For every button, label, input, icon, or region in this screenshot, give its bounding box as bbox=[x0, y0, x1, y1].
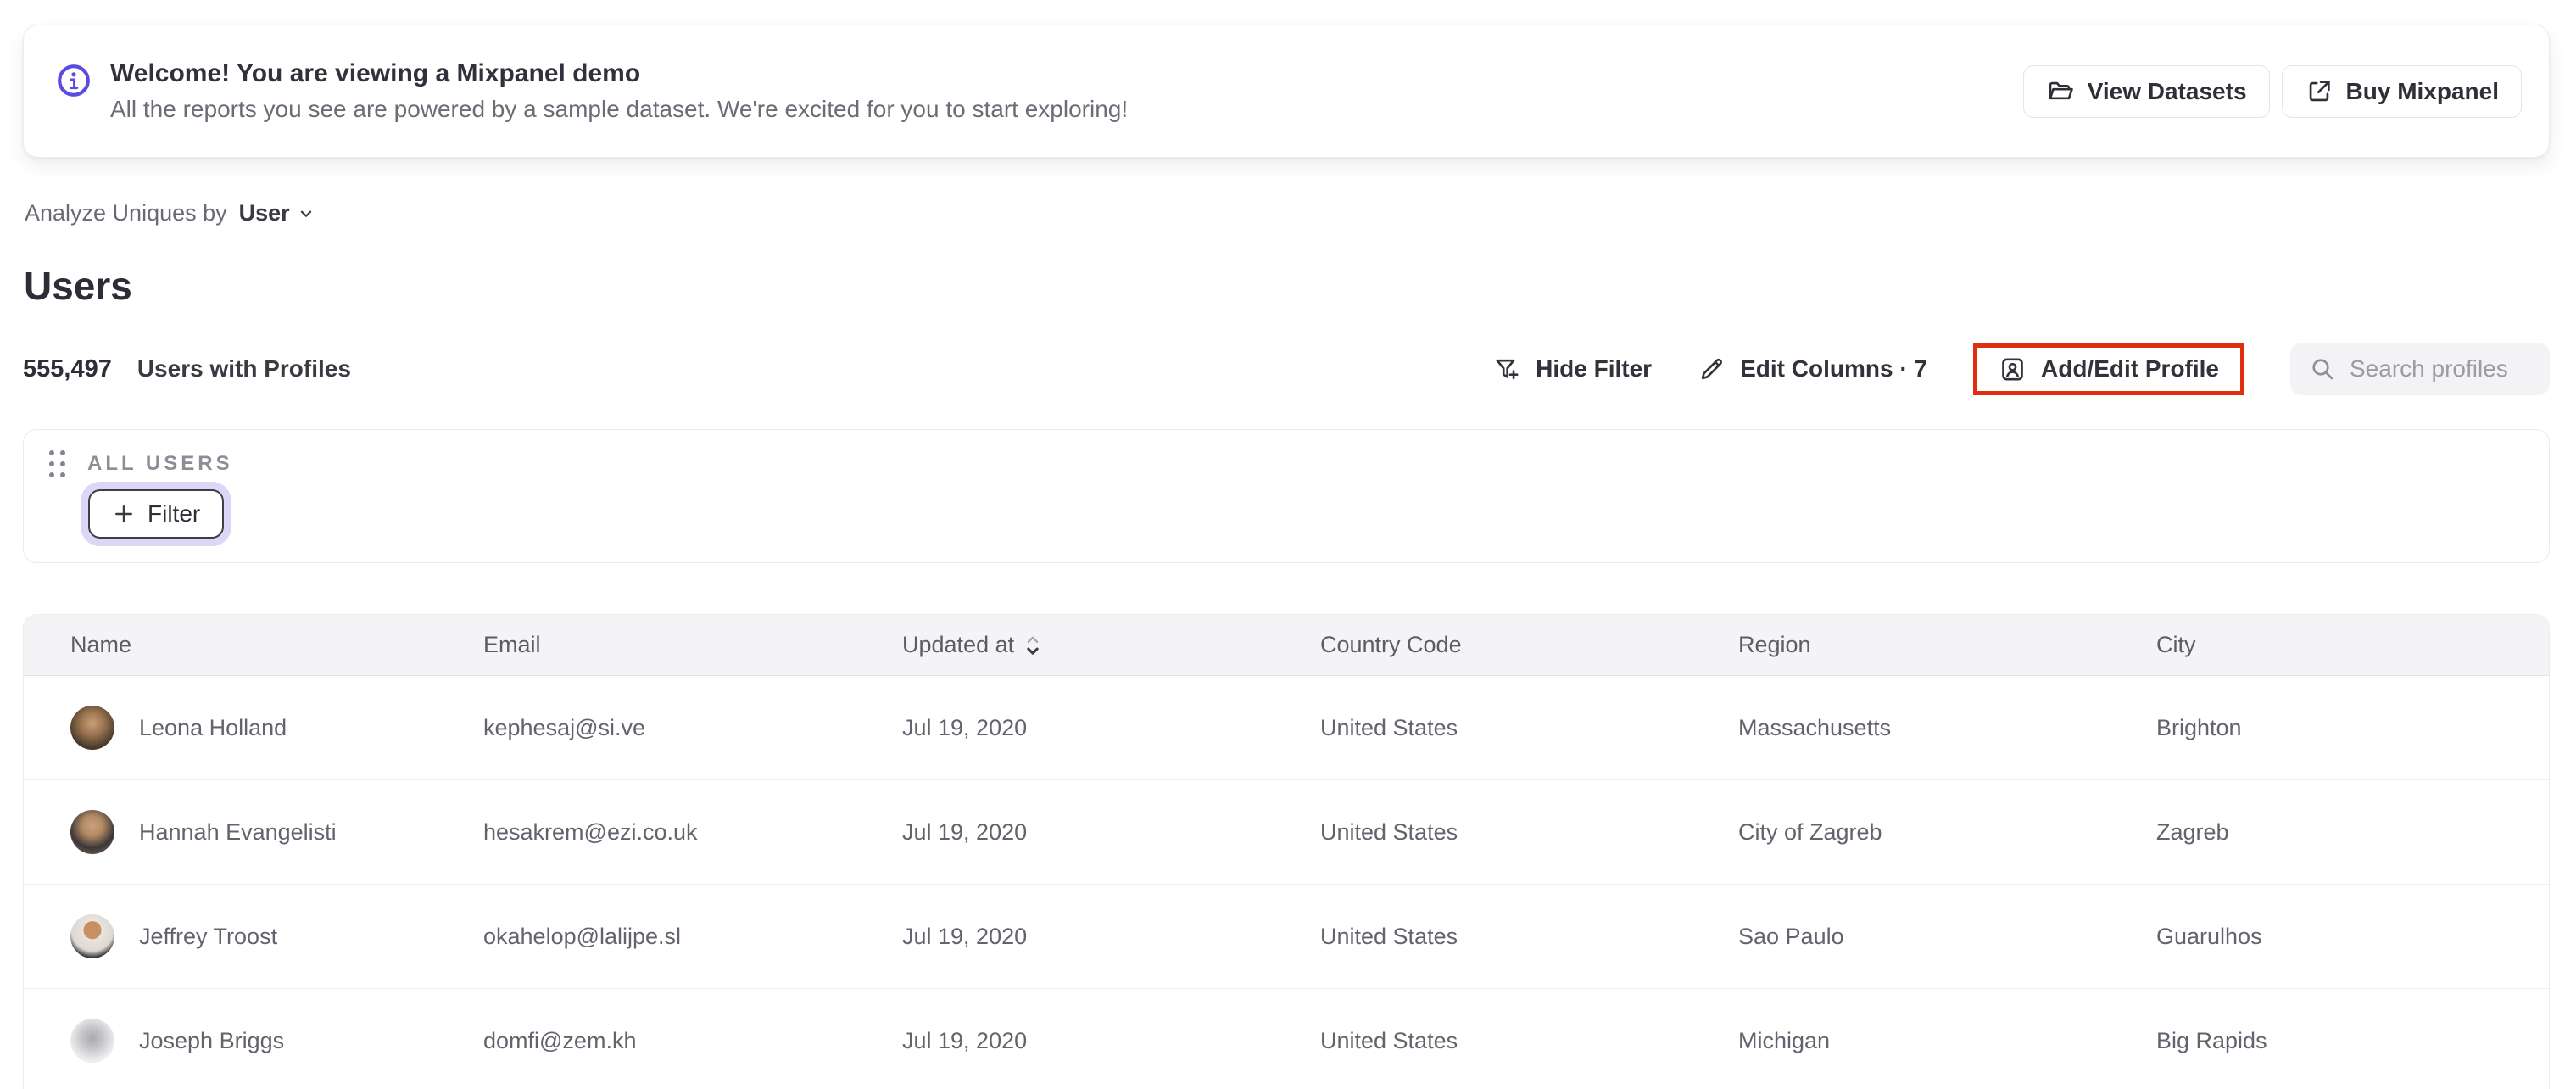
table-row[interactable]: Hannah Evangelisti hesakrem@ezi.co.uk Ju… bbox=[24, 779, 2549, 884]
email-cell: okahelop@lalijpe.sl bbox=[483, 923, 682, 949]
name-cell: Leona Holland bbox=[70, 706, 483, 750]
email-cell: kephesaj@si.ve bbox=[483, 714, 646, 740]
city-cell: Zagreb bbox=[2156, 818, 2229, 845]
search-profiles-input[interactable] bbox=[2350, 355, 2531, 383]
table-header-row: Name Email Updated at Country Code Regio… bbox=[24, 615, 2549, 675]
hide-filter-label: Hide Filter bbox=[1536, 355, 1653, 382]
analyze-by-value: User bbox=[238, 200, 290, 226]
region-cell: Massachusetts bbox=[1738, 714, 1892, 740]
user-name: Joseph Briggs bbox=[139, 1027, 285, 1053]
banner-message: Welcome! You are viewing a Mixpanel demo… bbox=[56, 59, 1128, 123]
column-header-updated-at[interactable]: Updated at bbox=[902, 632, 1320, 658]
external-link-icon bbox=[2305, 77, 2333, 106]
profiles-table: Name Email Updated at Country Code Regio… bbox=[23, 614, 2550, 1089]
region-cell: Michigan bbox=[1738, 1027, 1831, 1053]
column-header-country-code[interactable]: Country Code bbox=[1320, 632, 1738, 658]
search-profiles-box bbox=[2290, 343, 2550, 395]
add-filter-button[interactable]: Filter bbox=[88, 489, 225, 539]
folder-icon bbox=[2046, 77, 2075, 106]
country-code-cell: United States bbox=[1320, 923, 1458, 949]
updated-at-cell: Jul 19, 2020 bbox=[902, 1027, 1028, 1053]
chevron-down-icon bbox=[297, 204, 315, 223]
sort-icon bbox=[1024, 633, 1041, 658]
profiles-count-number: 555,497 bbox=[23, 355, 112, 383]
avatar bbox=[70, 914, 114, 958]
region-cell: Sao Paulo bbox=[1738, 923, 1844, 949]
country-code-cell: United States bbox=[1320, 714, 1458, 740]
region-cell: City of Zagreb bbox=[1738, 818, 1882, 845]
column-header-updated-at-label: Updated at bbox=[902, 632, 1015, 657]
avatar bbox=[70, 1019, 114, 1063]
email-cell: hesakrem@ezi.co.uk bbox=[483, 818, 698, 845]
profiles-count: 555,497 Users with Profiles bbox=[23, 355, 351, 383]
table-row[interactable]: Leona Holland kephesaj@si.ve Jul 19, 202… bbox=[24, 675, 2549, 779]
edit-columns-button[interactable]: Edit Columns · 7 bbox=[1698, 355, 1927, 383]
meta-row: 555,497 Users with Profiles Hide Filter bbox=[23, 338, 2550, 400]
view-datasets-button[interactable]: View Datasets bbox=[2022, 64, 2270, 118]
email-cell: domfi@zem.kh bbox=[483, 1027, 637, 1053]
table-row[interactable]: Jeffrey Troost okahelop@lalijpe.sl Jul 1… bbox=[24, 884, 2549, 988]
analyze-uniques-label: Analyze Uniques by bbox=[25, 200, 227, 226]
name-cell: Hannah Evangelisti bbox=[70, 810, 483, 854]
profiles-count-label: Users with Profiles bbox=[137, 355, 351, 382]
search-icon bbox=[2309, 355, 2336, 383]
analyze-uniques-row: Analyze Uniques by User bbox=[25, 200, 315, 226]
add-filter-label: Filter bbox=[148, 500, 201, 527]
buy-mixpanel-label: Buy Mixpanel bbox=[2345, 77, 2499, 104]
table-row[interactable]: Joseph Briggs domfi@zem.kh Jul 19, 2020 … bbox=[24, 988, 2549, 1089]
profile-badge-icon bbox=[1999, 355, 2027, 383]
filter-group-header: ALL USERS bbox=[49, 450, 2523, 477]
banner-title: Welcome! You are viewing a Mixpanel demo bbox=[110, 59, 641, 87]
analyze-by-dropdown[interactable]: User bbox=[239, 200, 315, 226]
add-edit-profile-button[interactable]: Add/Edit Profile bbox=[1999, 355, 2219, 383]
city-cell: Guarulhos bbox=[2156, 923, 2262, 949]
filter-panel: ALL USERS Filter bbox=[23, 429, 2550, 563]
funnel-plus-icon bbox=[1493, 355, 1521, 383]
buy-mixpanel-button[interactable]: Buy Mixpanel bbox=[2281, 64, 2522, 118]
updated-at-cell: Jul 19, 2020 bbox=[902, 714, 1028, 740]
users-page: Welcome! You are viewing a Mixpanel demo… bbox=[0, 0, 2576, 1089]
view-datasets-label: View Datasets bbox=[2087, 77, 2247, 104]
table-toolbar: Hide Filter Edit Columns · 7 Add/Edit Pr… bbox=[1493, 343, 2550, 395]
avatar bbox=[70, 810, 114, 854]
pencil-icon bbox=[1698, 355, 1726, 383]
column-header-name[interactable]: Name bbox=[70, 632, 483, 658]
country-code-cell: United States bbox=[1320, 818, 1458, 845]
add-edit-profile-label: Add/Edit Profile bbox=[2041, 355, 2219, 382]
user-name: Leona Holland bbox=[139, 714, 287, 740]
info-icon bbox=[56, 63, 92, 98]
name-cell: Joseph Briggs bbox=[70, 1019, 483, 1063]
column-header-city[interactable]: City bbox=[2156, 632, 2549, 658]
user-name: Jeffrey Troost bbox=[139, 923, 278, 949]
name-cell: Jeffrey Troost bbox=[70, 914, 483, 958]
city-cell: Big Rapids bbox=[2156, 1027, 2267, 1053]
drag-handle-icon[interactable] bbox=[49, 450, 65, 477]
updated-at-cell: Jul 19, 2020 bbox=[902, 818, 1028, 845]
column-header-region[interactable]: Region bbox=[1738, 632, 2156, 658]
demo-banner: Welcome! You are viewing a Mixpanel demo… bbox=[23, 25, 2550, 158]
hide-filter-button[interactable]: Hide Filter bbox=[1493, 355, 1652, 383]
city-cell: Brighton bbox=[2156, 714, 2242, 740]
column-header-email[interactable]: Email bbox=[483, 632, 902, 658]
updated-at-cell: Jul 19, 2020 bbox=[902, 923, 1028, 949]
banner-text: Welcome! You are viewing a Mixpanel demo… bbox=[110, 59, 1128, 123]
page-title: Users bbox=[24, 264, 132, 308]
avatar bbox=[70, 706, 114, 750]
plus-icon bbox=[112, 502, 136, 526]
banner-subtitle: All the reports you see are powered by a… bbox=[110, 96, 1129, 122]
country-code-cell: United States bbox=[1320, 1027, 1458, 1053]
filter-group-label: ALL USERS bbox=[87, 452, 233, 475]
user-name: Hannah Evangelisti bbox=[139, 818, 337, 845]
add-edit-profile-annotation: Add/Edit Profile bbox=[1973, 343, 2244, 395]
banner-actions: View Datasets Buy Mixpanel bbox=[2022, 64, 2522, 118]
edit-columns-label: Edit Columns · 7 bbox=[1740, 355, 1927, 382]
